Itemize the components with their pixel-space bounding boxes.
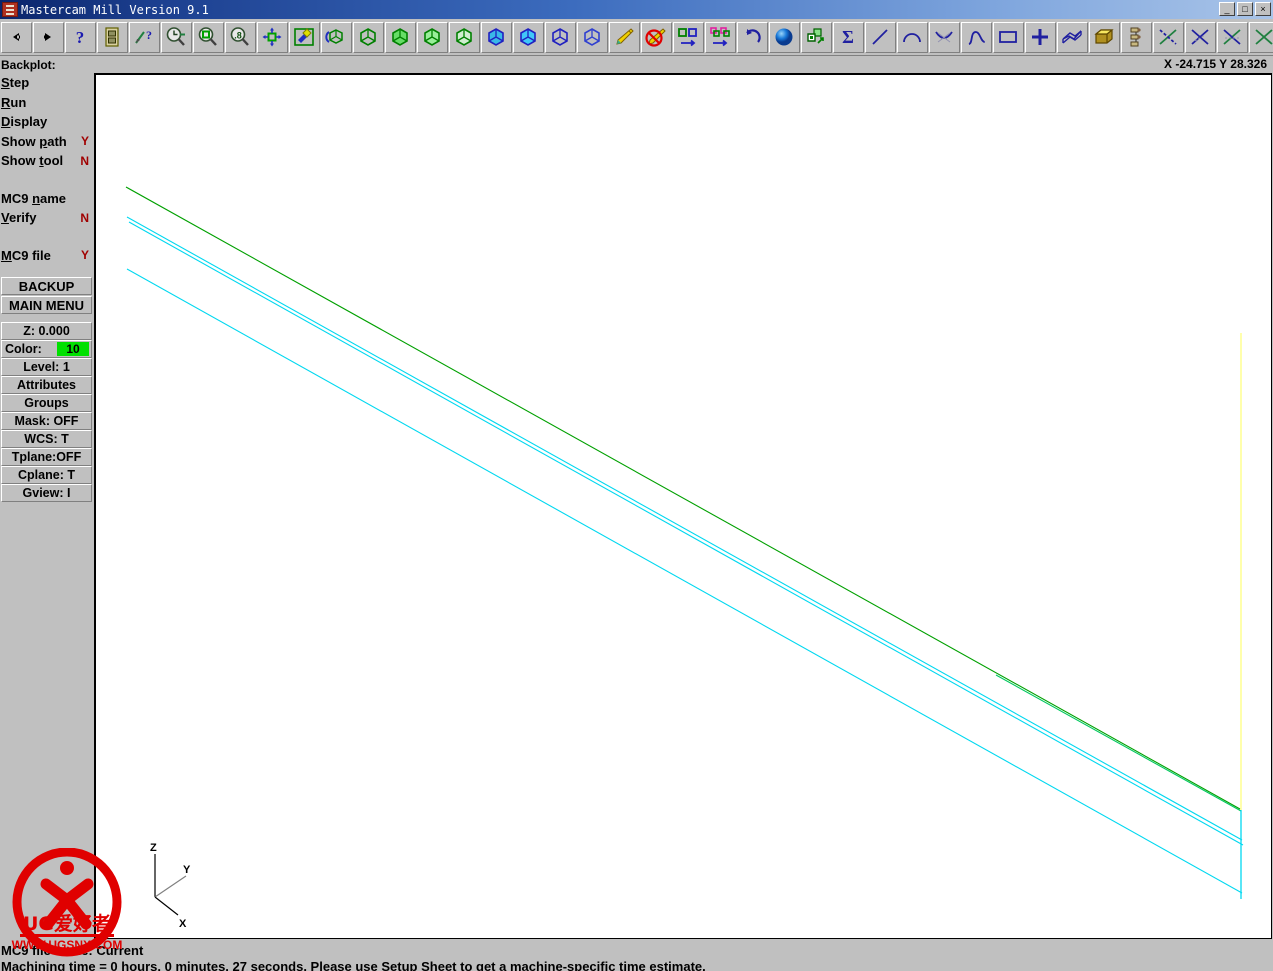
xform-translate-icon[interactable]	[672, 21, 704, 53]
pan-icon[interactable]	[256, 21, 288, 53]
status-color[interactable]: Color: 10	[1, 340, 92, 358]
status-attributes[interactable]: Attributes	[1, 376, 92, 394]
status-cplane[interactable]: Cplane: T	[1, 466, 92, 484]
shade-sphere-icon[interactable]	[768, 21, 800, 53]
trim-two-icon[interactable]	[1184, 21, 1216, 53]
repaint-icon[interactable]	[288, 21, 320, 53]
drafting-icon[interactable]	[1120, 21, 1152, 53]
zoom-window-icon[interactable]	[192, 21, 224, 53]
svg-text:Σ: Σ	[842, 27, 854, 47]
menu-show-tool[interactable]: Show tool N	[0, 151, 93, 171]
window-controls: _ □ ×	[1219, 2, 1271, 16]
gview-iso-icon[interactable]	[448, 21, 480, 53]
backplot-status-bar: Backplot: X -24.715 Y 28.326	[0, 56, 1273, 73]
status-level[interactable]: Level: 1	[1, 358, 92, 376]
menu-show-path[interactable]: Show path Y	[0, 132, 93, 152]
menu-show-path-value: Y	[80, 134, 89, 149]
svg-text:.8: .8	[234, 31, 242, 41]
help-question-icon[interactable]: ?	[64, 21, 96, 53]
svg-text:?: ?	[76, 28, 85, 47]
pencil-blank-icon[interactable]	[640, 21, 672, 53]
trim-three-icon[interactable]	[1216, 21, 1248, 53]
menu-spacer-2	[0, 228, 93, 246]
toolpath-line-cyan-2	[128, 221, 1244, 846]
toolpath-line-blend	[995, 674, 1242, 812]
gview-side-icon[interactable]	[416, 21, 448, 53]
toolpath-drawing: Z Y X	[125, 186, 1244, 930]
mastercam-icon	[2, 2, 18, 17]
gview-front-icon[interactable]	[384, 21, 416, 53]
create-arc-icon[interactable]	[896, 21, 928, 53]
status-color-swatch[interactable]: 10	[57, 342, 89, 356]
back-arrow-icon[interactable]	[0, 21, 32, 53]
status-gview[interactable]: Gview: I	[1, 484, 92, 502]
zoom-previous-icon[interactable]	[160, 21, 192, 53]
prompt-area: MC9 file name: Current Machining time = …	[0, 939, 1273, 971]
menu-verify[interactable]: Verify N	[0, 208, 93, 228]
create-surface-icon[interactable]	[1056, 21, 1088, 53]
xform-mirror-icon[interactable]	[704, 21, 736, 53]
cplane-iso-icon[interactable]	[576, 21, 608, 53]
file-manager-icon[interactable]	[96, 21, 128, 53]
close-button[interactable]: ×	[1255, 2, 1271, 16]
status-tplane[interactable]: Tplane:OFF	[1, 448, 92, 466]
graphics-viewport[interactable]: Z Y X	[94, 73, 1272, 939]
prompt-line-1: MC9 file name: Current	[1, 943, 144, 958]
axis-label-y: Y	[183, 864, 191, 876]
svg-text:?: ?	[146, 28, 152, 42]
gview-top-icon[interactable]	[352, 21, 384, 53]
dynamic-rotate-icon[interactable]	[320, 21, 352, 53]
create-line-icon[interactable]	[864, 21, 896, 53]
main-menu-button[interactable]: MAIN MENU	[1, 296, 92, 314]
cplane-side-icon[interactable]	[544, 21, 576, 53]
menu-mc9-name[interactable]: MC9 name	[0, 189, 93, 209]
backplot-sidebar: Step Run Display Show path Y Show tool N M…	[0, 73, 93, 939]
status-groups[interactable]: Groups	[1, 394, 92, 412]
pencil-draw-icon[interactable]	[608, 21, 640, 53]
restore-button[interactable]: □	[1237, 2, 1253, 16]
create-spline-icon[interactable]	[960, 21, 992, 53]
menu-verify-value: N	[80, 210, 89, 225]
status-z[interactable]: Z: 0.000	[1, 322, 92, 340]
menu-display[interactable]: Display	[0, 112, 93, 132]
axis-triad: Z Y X	[150, 842, 191, 930]
create-solid-icon[interactable]	[1088, 21, 1120, 53]
backup-button[interactable]: BACKUP	[1, 277, 92, 295]
status-color-label: Color:	[5, 342, 42, 356]
undo-icon[interactable]	[736, 21, 768, 53]
axis-label-z: Z	[150, 842, 157, 854]
prompt-line-2: Machining time = 0 hours, 0 minutes, 27 …	[1, 959, 706, 971]
menu-mc9-file[interactable]: MC9 file Y	[0, 246, 93, 266]
cursor-coordinates: X -24.715 Y 28.326	[1164, 57, 1267, 71]
divide-icon[interactable]	[1248, 21, 1273, 53]
what-is-this-icon[interactable]: ?	[128, 21, 160, 53]
window-title: Mastercam Mill Version 9.1	[21, 2, 209, 17]
cplane-front-icon[interactable]	[512, 21, 544, 53]
menu-spacer-1	[0, 171, 93, 189]
menu-run[interactable]: Run	[0, 93, 93, 113]
create-rectangle-icon[interactable]	[992, 21, 1024, 53]
toolpath-line-green	[125, 186, 1241, 810]
menu-show-tool-value: N	[80, 153, 89, 168]
analyze-sum-icon[interactable]: Σ	[832, 21, 864, 53]
toolpath-line-cyan-1	[126, 216, 1243, 841]
main-toolbar: ? ? .8 Σ	[0, 19, 1273, 56]
menu-mc9-file-value: Y	[80, 248, 89, 263]
toolpath-line-cyan-3	[126, 268, 1243, 894]
zoom-fit-icon[interactable]: .8	[224, 21, 256, 53]
forward-arrow-icon[interactable]	[32, 21, 64, 53]
axis-label-x: X	[179, 918, 187, 930]
cplane-top-icon[interactable]	[480, 21, 512, 53]
solids-manager-icon[interactable]	[800, 21, 832, 53]
backplot-label: Backplot:	[1, 57, 56, 72]
menu-step[interactable]: Step	[0, 73, 93, 93]
window-titlebar: Mastercam Mill Version 9.1 _ □ ×	[0, 0, 1273, 19]
create-point-icon[interactable]	[1024, 21, 1056, 53]
trim-one-icon[interactable]	[1152, 21, 1184, 53]
create-fillet-icon[interactable]	[928, 21, 960, 53]
minimize-button[interactable]: _	[1219, 2, 1235, 16]
status-wcs[interactable]: WCS: T	[1, 430, 92, 448]
status-mask[interactable]: Mask: OFF	[1, 412, 92, 430]
